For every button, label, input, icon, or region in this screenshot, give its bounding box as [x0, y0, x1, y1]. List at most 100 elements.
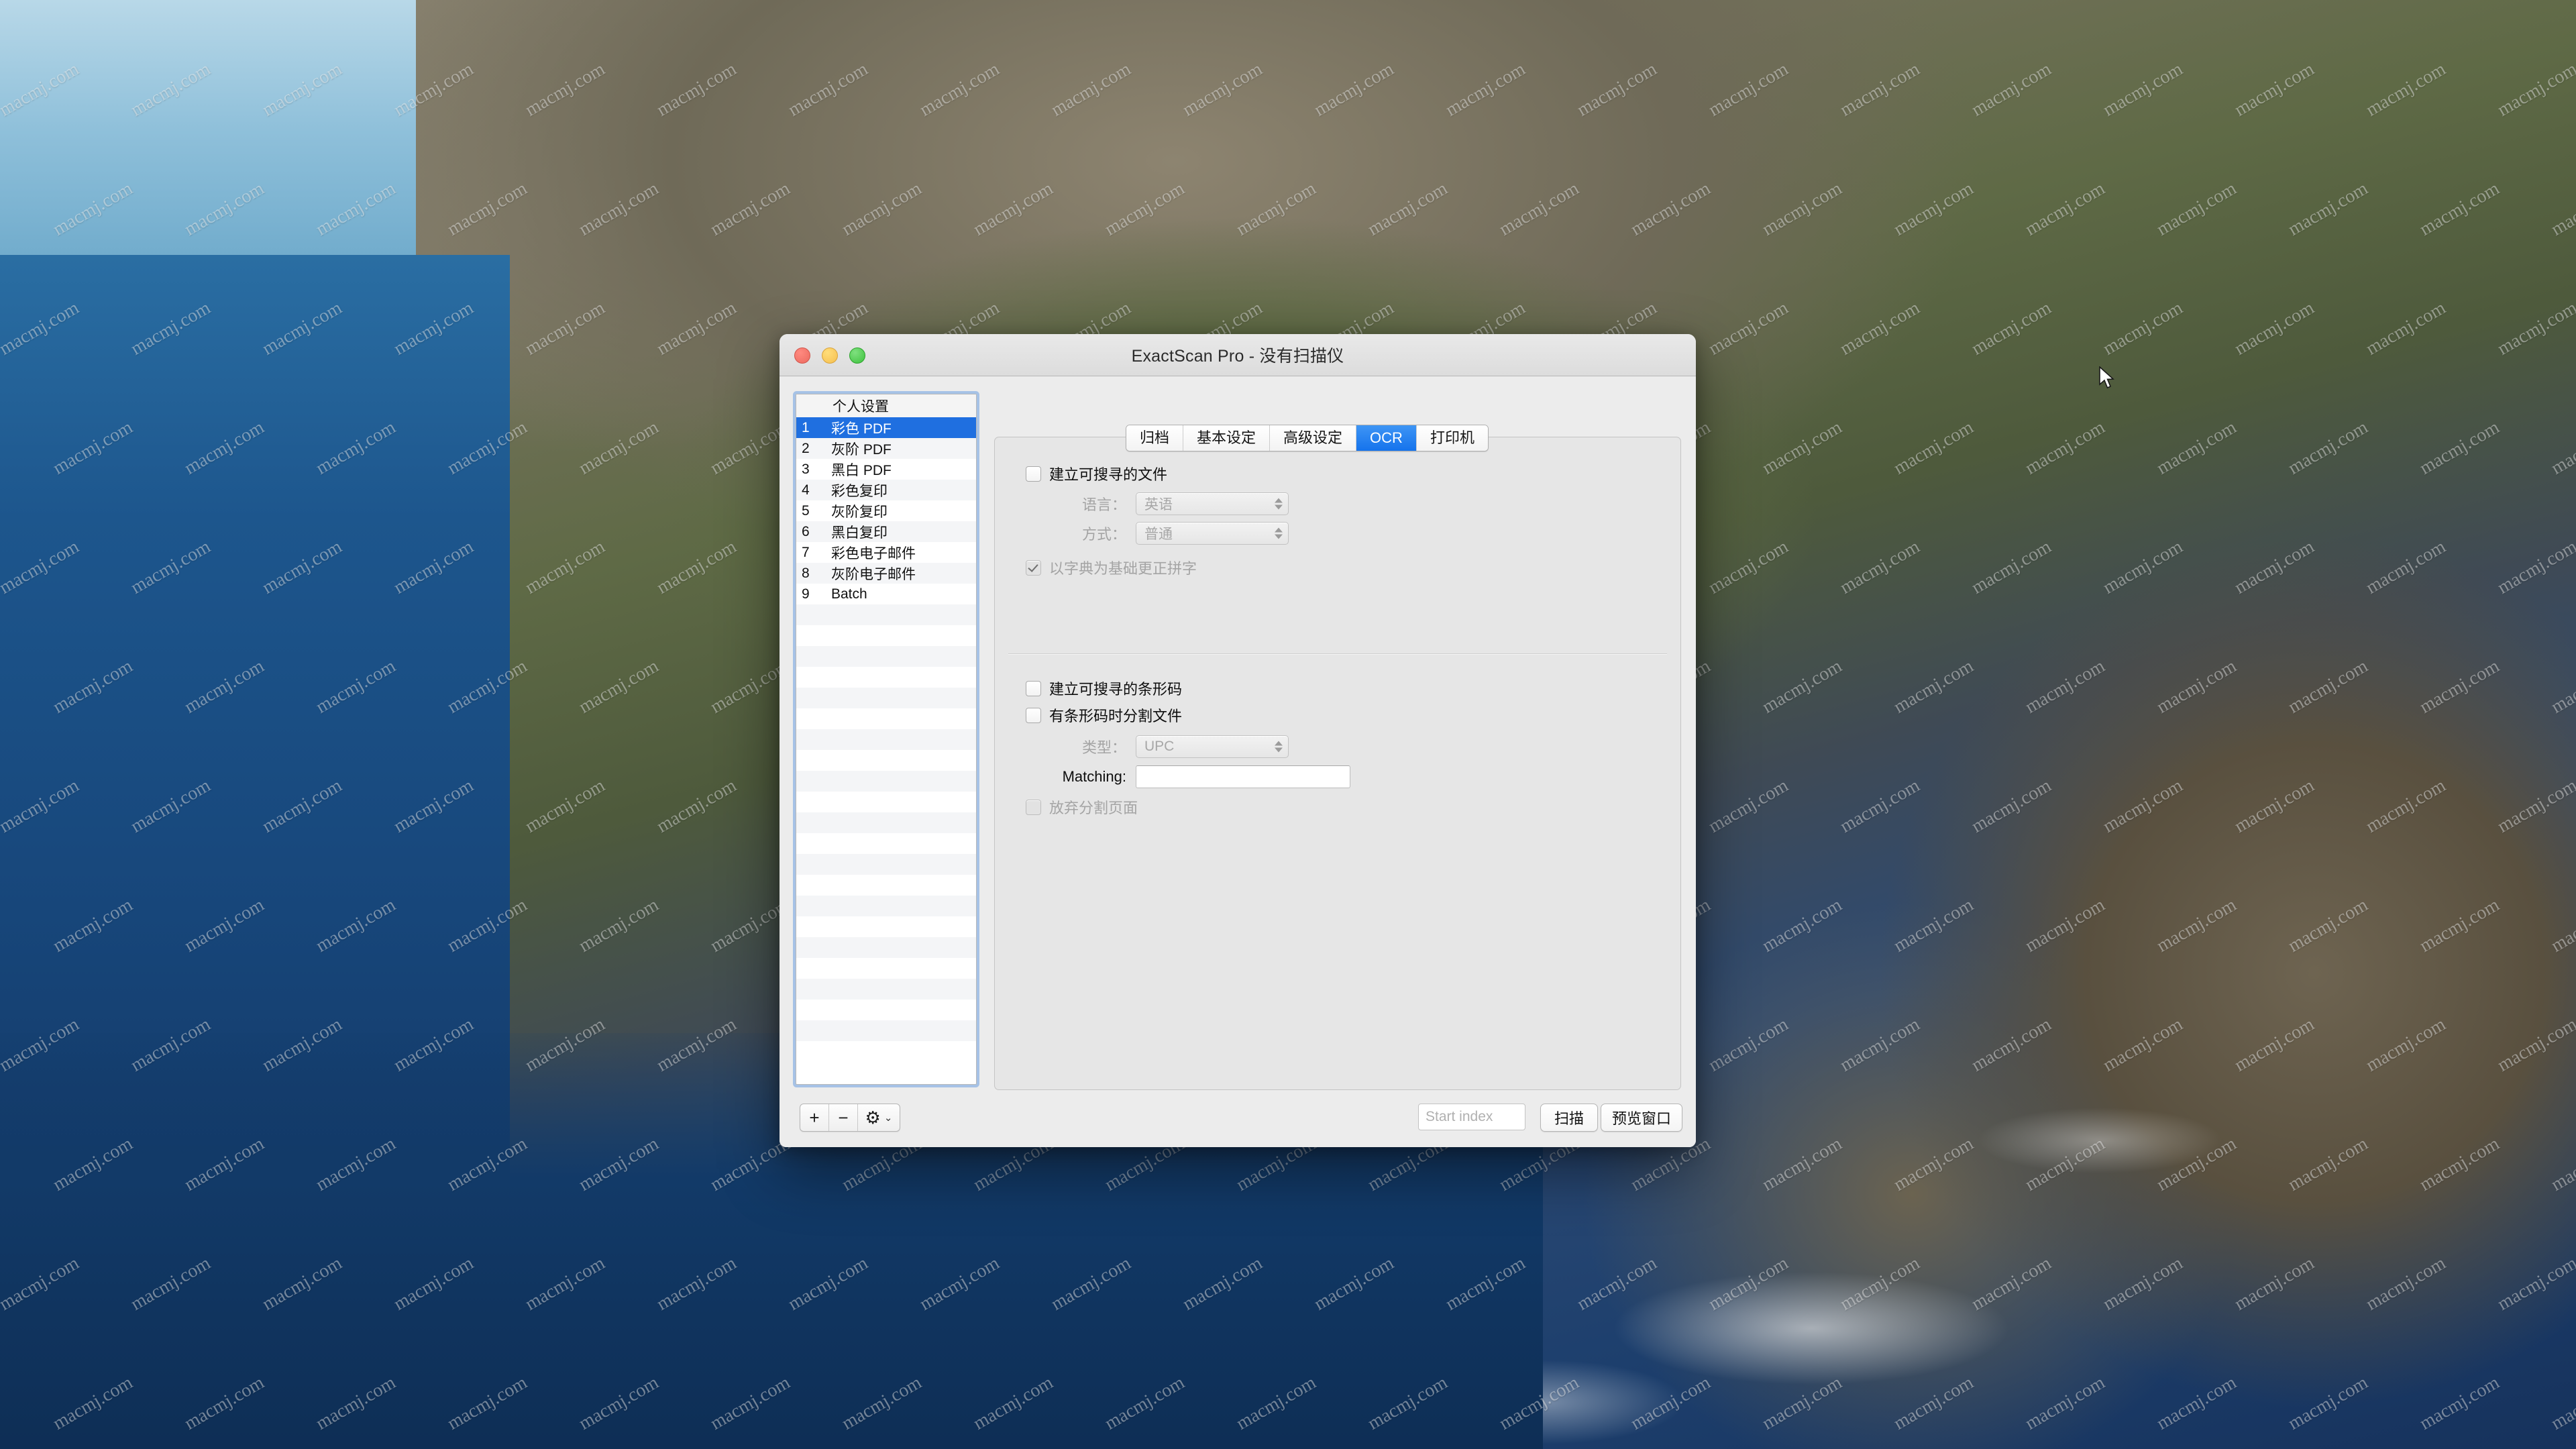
profile-row-label: 黑白复印 — [831, 525, 888, 541]
barcode-type-value: UPC — [1144, 739, 1175, 754]
profile-row-empty[interactable] — [796, 1020, 976, 1041]
profile-row-empty[interactable] — [796, 667, 976, 688]
matching-input[interactable] — [1136, 765, 1350, 788]
profile-row-empty[interactable] — [796, 708, 976, 729]
profile-row-empty[interactable] — [796, 979, 976, 1000]
barcode-type-select[interactable]: UPC — [1136, 735, 1289, 758]
settings-pane: 归档 基本设定 高级设定 OCR 打印机 建立可搜寻的文件 语言： 英语 方式：… — [981, 376, 1696, 1147]
tab-高级设定[interactable]: 高级设定 — [1270, 425, 1357, 451]
chevron-updown-icon — [1275, 527, 1283, 539]
tab-bar[interactable]: 归档 基本设定 高级设定 OCR 打印机 — [1126, 425, 1489, 451]
tab-打印机[interactable]: 打印机 — [1416, 425, 1488, 451]
ocr-tab-panel: 建立可搜寻的文件 语言： 英语 方式： 普通 以字典为基础更正拼字 建立可搜寻的… — [994, 437, 1681, 1090]
preview-window-button[interactable]: 预览窗口 — [1600, 1104, 1682, 1132]
dictionary-checkbox — [1026, 559, 1041, 576]
profile-row-label: 灰阶 PDF — [831, 441, 892, 458]
tab-基本设定[interactable]: 基本设定 — [1183, 425, 1271, 451]
profile-row-empty[interactable] — [796, 1000, 976, 1020]
profile-list-header: 个人设置 — [796, 394, 976, 417]
profile-row-number: 4 — [802, 482, 810, 498]
profile-row[interactable]: 6 黑白复印 — [796, 521, 976, 542]
chevron-down-icon: ⌄ — [883, 1112, 893, 1124]
profile-row-empty[interactable] — [796, 812, 976, 833]
profile-row[interactable]: 1 彩色 PDF — [796, 417, 976, 438]
discard-split-page-checkbox-row: 放弃分割页面 — [1026, 796, 1138, 818]
window-titlebar[interactable]: ExactScan Pro - 没有扫描仪 — [780, 334, 1696, 376]
profile-row-label: 灰阶复印 — [831, 504, 888, 520]
section-divider — [1008, 653, 1667, 654]
profile-row-label: Batch — [831, 586, 867, 602]
profile-row[interactable]: 5 灰阶复印 — [796, 500, 976, 521]
remove-profile-button[interactable]: − — [829, 1104, 858, 1131]
profile-row-number: 5 — [802, 502, 810, 519]
language-select[interactable]: 英语 — [1136, 492, 1289, 515]
preview-window-button-label: 预览窗口 — [1611, 1110, 1671, 1127]
dictionary-label: 以字典为基础更正拼字 — [1049, 560, 1197, 577]
profile-row-empty[interactable] — [796, 958, 976, 979]
barcode-type-label: 类型： — [1081, 739, 1126, 756]
profile-row-empty[interactable] — [796, 1041, 976, 1062]
profile-row[interactable]: 9 Batch — [796, 584, 976, 604]
profile-row-empty[interactable] — [796, 833, 976, 854]
profile-row-empty[interactable] — [796, 750, 976, 771]
profile-row[interactable]: 8 灰阶电子邮件 — [796, 563, 976, 584]
mode-select[interactable]: 普通 — [1136, 522, 1289, 545]
matching-label: Matching: — [1062, 768, 1126, 785]
profile-row-label: 彩色复印 — [831, 483, 888, 499]
profile-row[interactable]: 4 彩色复印 — [796, 480, 976, 500]
profile-row-number: 7 — [802, 544, 810, 560]
searchable-barcode-checkbox-row[interactable]: 建立可搜寻的条形码 — [1026, 678, 1182, 699]
profile-row-number: 6 — [802, 523, 810, 539]
zoom-button[interactable] — [849, 347, 865, 364]
sky-region — [0, 0, 416, 288]
mode-label: 方式： — [1081, 526, 1126, 543]
searchable-file-checkbox-row[interactable]: 建立可搜寻的文件 — [1026, 463, 1167, 484]
scan-button-label: 扫描 — [1554, 1110, 1584, 1127]
profile-row-number: 1 — [802, 419, 810, 435]
mode-row: 方式： 普通 — [1026, 522, 1289, 545]
matching-row: Matching: — [1026, 765, 1350, 788]
scan-button[interactable]: 扫描 — [1540, 1104, 1598, 1132]
dictionary-checkbox-row: 以字典为基础更正拼字 — [1026, 557, 1197, 578]
profile-row-empty[interactable] — [796, 854, 976, 875]
profile-row-empty[interactable] — [796, 916, 976, 937]
searchable-barcode-checkbox[interactable] — [1026, 680, 1041, 696]
minimize-button[interactable] — [822, 347, 838, 364]
window-body: 个人设置 1 彩色 PDF 2 灰阶 PDF 3 黑白 PDF 4 彩色复印 5 灰阶复印 6 黑白复印… — [780, 376, 1696, 1147]
profile-row-empty[interactable] — [796, 792, 976, 812]
profile-row-empty[interactable] — [796, 937, 976, 958]
profile-row-empty[interactable] — [796, 688, 976, 708]
profile-row[interactable]: 3 黑白 PDF — [796, 459, 976, 480]
profile-list-header-label: 个人设置 — [833, 399, 889, 415]
bottom-toolbar: + − ⚙ ⌄ Start index 扫描 预览窗口 — [780, 1097, 1696, 1147]
gear-icon: ⚙ — [865, 1107, 881, 1128]
profile-row-empty[interactable] — [796, 896, 976, 916]
start-index-input[interactable]: Start index — [1418, 1104, 1525, 1130]
split-on-barcode-checkbox-row[interactable]: 有条形码时分割文件 — [1026, 704, 1182, 726]
start-index-placeholder: Start index — [1426, 1109, 1493, 1124]
profile-list[interactable]: 个人设置 1 彩色 PDF 2 灰阶 PDF 3 黑白 PDF 4 彩色复印 5 灰阶复印 6 黑白复印… — [796, 394, 977, 1085]
barcode-type-row: 类型： UPC — [1026, 735, 1289, 758]
profile-row-number: 2 — [802, 440, 810, 456]
tab-归档[interactable]: 归档 — [1126, 425, 1184, 451]
profile-row-empty[interactable] — [796, 625, 976, 646]
profile-row-empty[interactable] — [796, 729, 976, 750]
add-profile-button[interactable]: + — [800, 1104, 829, 1131]
split-on-barcode-checkbox[interactable] — [1026, 707, 1041, 723]
minus-icon: − — [838, 1107, 849, 1128]
mouse-cursor — [2099, 366, 2114, 389]
profile-row-number: 8 — [802, 565, 810, 581]
profile-row-empty[interactable] — [796, 771, 976, 792]
profile-row[interactable]: 2 灰阶 PDF — [796, 438, 976, 459]
chevron-updown-icon — [1275, 741, 1283, 753]
profile-row-empty[interactable] — [796, 646, 976, 667]
discard-split-page-label: 放弃分割页面 — [1049, 800, 1138, 816]
searchable-file-checkbox[interactable] — [1026, 466, 1041, 482]
profile-row-empty[interactable] — [796, 875, 976, 896]
profile-row[interactable]: 7 彩色电子邮件 — [796, 542, 976, 563]
discard-split-page-checkbox — [1026, 799, 1041, 815]
tab-OCR[interactable]: OCR — [1356, 425, 1417, 451]
profile-row-empty[interactable] — [796, 604, 976, 625]
close-button[interactable] — [794, 347, 810, 364]
profile-options-button[interactable]: ⚙ ⌄ — [858, 1104, 900, 1131]
